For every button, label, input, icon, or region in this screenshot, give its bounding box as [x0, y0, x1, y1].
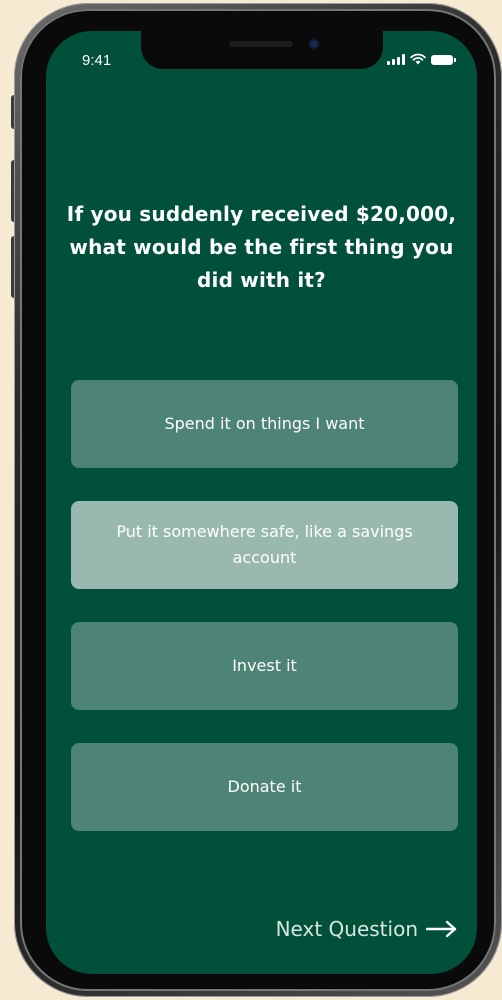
- next-question-label: Next Question: [275, 917, 418, 941]
- option-donate[interactable]: Donate it: [71, 743, 458, 831]
- wifi-icon: [410, 53, 426, 65]
- arrow-right-icon: [426, 920, 457, 938]
- signal-icon: [387, 54, 405, 65]
- option-spend[interactable]: Spend it on things I want: [71, 380, 458, 468]
- status-time: 9:41: [82, 52, 112, 69]
- question-text: If you suddenly received $20,000, what w…: [66, 202, 457, 292]
- next-question-button[interactable]: Next Question: [276, 917, 458, 941]
- front-camera: [308, 38, 320, 50]
- page: 9:41 If you suddenly received $20,000, w…: [0, 0, 502, 1000]
- speaker-grille: [229, 41, 293, 47]
- notch: [141, 31, 383, 69]
- option-invest[interactable]: Invest it: [71, 622, 458, 710]
- answer-options: Spend it on things I want Put it somewhe…: [71, 380, 458, 864]
- battery-icon: [431, 55, 456, 65]
- option-save[interactable]: Put it somewhere safe, like a savings ac…: [71, 501, 458, 589]
- status-icons: [387, 53, 456, 65]
- phone-screen: 9:41 If you suddenly received $20,000, w…: [46, 31, 477, 974]
